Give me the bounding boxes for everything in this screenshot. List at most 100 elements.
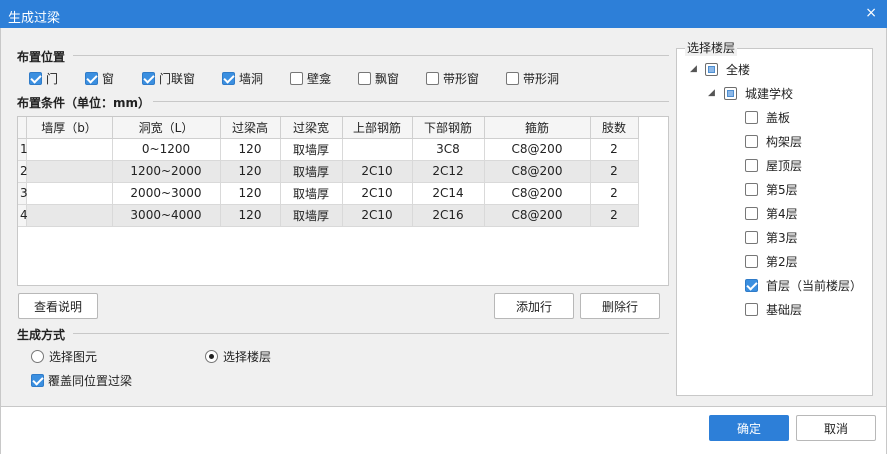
checkbox-box <box>290 72 303 85</box>
column-header[interactable]: 下部钢筋 <box>412 117 485 139</box>
window-title: 生成过梁 <box>8 11 61 26</box>
column-header[interactable]: 洞宽（L） <box>112 117 221 139</box>
checkbox-box <box>85 72 98 85</box>
table-cell[interactable]: 2C16 <box>412 204 485 227</box>
checkbox-box <box>745 135 758 148</box>
floor-item[interactable]: 第4层 <box>745 205 798 222</box>
floor-item[interactable]: 盖板 <box>745 109 790 126</box>
checkbox-bay-window[interactable]: 飘窗 <box>358 70 399 87</box>
table-cell[interactable]: 2C14 <box>412 182 485 205</box>
checkbox-label: 飘窗 <box>375 72 400 86</box>
layout-section-title: 布置位置 <box>17 50 66 64</box>
checkbox-window[interactable]: 窗 <box>85 70 114 87</box>
column-header[interactable]: 箍筋 <box>484 117 591 139</box>
radio-label: 选择楼层 <box>223 350 272 364</box>
table-cell[interactable]: 取墙厚 <box>280 204 343 227</box>
checkbox-strip-window[interactable]: 带形窗 <box>426 70 479 87</box>
floor-item[interactable]: 第2层 <box>745 253 798 270</box>
checkbox-box <box>745 159 758 172</box>
column-header[interactable]: 肢数 <box>590 117 639 139</box>
table-cell[interactable]: 0~1200 <box>112 138 221 161</box>
section-divider <box>153 101 669 102</box>
floor-root-item[interactable]: 全楼 <box>705 61 750 78</box>
table-cell[interactable]: 120 <box>220 182 281 205</box>
table-cell[interactable]: 取墙厚 <box>280 182 343 205</box>
table-cell[interactable]: 120 <box>220 160 281 183</box>
cancel-button[interactable]: 取消 <box>796 415 876 441</box>
table-cell[interactable]: C8@200 <box>484 138 591 161</box>
table-cell[interactable]: 2 <box>590 204 639 227</box>
table-cell[interactable]: 2 <box>590 160 639 183</box>
radio-select-element[interactable]: 选择图元 <box>31 348 97 365</box>
column-header[interactable]: 墙厚（b） <box>26 117 113 139</box>
checkbox-door[interactable]: 门 <box>29 70 58 87</box>
condition-grid: 墙厚（b） 洞宽（L） 过梁高 过梁宽 上部钢筋 下部钢筋 箍筋 肢数 1 0~… <box>18 117 639 227</box>
radio-label: 选择图元 <box>49 350 98 364</box>
row-number: 4 <box>18 204 28 227</box>
checkbox-box <box>222 72 235 85</box>
floor-item[interactable]: 屋顶层 <box>745 157 802 174</box>
floor-item[interactable]: 构架层 <box>745 133 802 150</box>
floor-item[interactable]: 基础层 <box>745 301 802 318</box>
table-cell[interactable]: 2C10 <box>342 160 413 183</box>
tree-label: 城建学校 <box>745 87 794 101</box>
delete-row-button[interactable]: 删除行 <box>580 293 660 319</box>
checkbox-label: 带形洞 <box>523 72 560 86</box>
checkbox-wall-opening[interactable]: 墙洞 <box>222 70 263 87</box>
radio-select-floor[interactable]: 选择楼层 <box>205 348 271 365</box>
floor-item[interactable]: 第5层 <box>745 181 798 198</box>
floor-item[interactable]: 第3层 <box>745 229 798 246</box>
tree-label: 第5层 <box>766 183 798 197</box>
floor-item-current[interactable]: 首层（当前楼层） <box>745 277 862 294</box>
table-cell[interactable]: 2C10 <box>342 204 413 227</box>
table-row[interactable]: 1 0~1200 120 取墙厚 3C8 C8@200 2 <box>18 138 639 161</box>
table-cell[interactable]: 3C8 <box>412 138 485 161</box>
checkbox-label: 门联窗 <box>159 72 196 86</box>
ok-button[interactable]: 确定 <box>709 415 789 441</box>
checkbox-overwrite[interactable]: 覆盖同位置过梁 <box>31 372 132 389</box>
row-number: 3 <box>18 182 28 205</box>
table-cell[interactable] <box>26 204 113 227</box>
table-cell[interactable]: 1200~2000 <box>112 160 221 183</box>
table-cell[interactable]: 取墙厚 <box>280 160 343 183</box>
table-cell[interactable]: 3000~4000 <box>112 204 221 227</box>
table-row[interactable]: 3 2000~3000 120 取墙厚 2C10 2C14 C8@200 2 <box>18 182 639 205</box>
title-bar: 生成过梁 × <box>0 0 887 28</box>
table-cell[interactable]: C8@200 <box>484 204 591 227</box>
checkbox-box <box>724 87 737 100</box>
table-cell[interactable]: 取墙厚 <box>280 138 343 161</box>
table-cell[interactable]: C8@200 <box>484 182 591 205</box>
table-cell[interactable]: 120 <box>220 204 281 227</box>
table-cell[interactable]: 2 <box>590 138 639 161</box>
table-cell[interactable]: C8@200 <box>484 160 591 183</box>
checkbox-strip-opening[interactable]: 带形洞 <box>506 70 559 87</box>
table-cell[interactable] <box>26 160 113 183</box>
checkbox-niche[interactable]: 壁龛 <box>290 70 331 87</box>
table-cell[interactable]: 2C10 <box>342 182 413 205</box>
column-header[interactable]: 过梁高 <box>220 117 281 139</box>
close-icon[interactable]: × <box>865 5 877 21</box>
table-cell[interactable]: 2C12 <box>412 160 485 183</box>
table-cell[interactable]: 2000~3000 <box>112 182 221 205</box>
column-header[interactable]: 过梁宽 <box>280 117 343 139</box>
checkbox-door-window[interactable]: 门联窗 <box>142 70 195 87</box>
table-cell[interactable] <box>26 182 113 205</box>
add-row-button[interactable]: 添加行 <box>494 293 574 319</box>
tree-label: 首层（当前楼层） <box>766 279 863 293</box>
table-cell[interactable] <box>26 138 113 161</box>
table-row[interactable]: 2 1200~2000 120 取墙厚 2C10 2C12 C8@200 2 <box>18 160 639 183</box>
floor-project-item[interactable]: 城建学校 <box>724 85 793 102</box>
checkbox-label: 墙洞 <box>239 72 264 86</box>
collapse-triangle-icon[interactable]: ◢ <box>708 88 715 98</box>
collapse-triangle-icon[interactable]: ◢ <box>690 64 697 74</box>
table-row[interactable]: 4 3000~4000 120 取墙厚 2C10 2C16 C8@200 2 <box>18 204 639 227</box>
checkbox-box <box>745 255 758 268</box>
checkbox-box <box>745 303 758 316</box>
table-cell[interactable]: 2 <box>590 182 639 205</box>
view-help-button[interactable]: 查看说明 <box>18 293 98 319</box>
condition-table[interactable]: 墙厚（b） 洞宽（L） 过梁高 过梁宽 上部钢筋 下部钢筋 箍筋 肢数 1 0~… <box>17 116 669 286</box>
table-cell[interactable]: 120 <box>220 138 281 161</box>
radio-dot <box>205 350 218 363</box>
table-cell[interactable] <box>342 138 413 161</box>
column-header[interactable]: 上部钢筋 <box>342 117 413 139</box>
